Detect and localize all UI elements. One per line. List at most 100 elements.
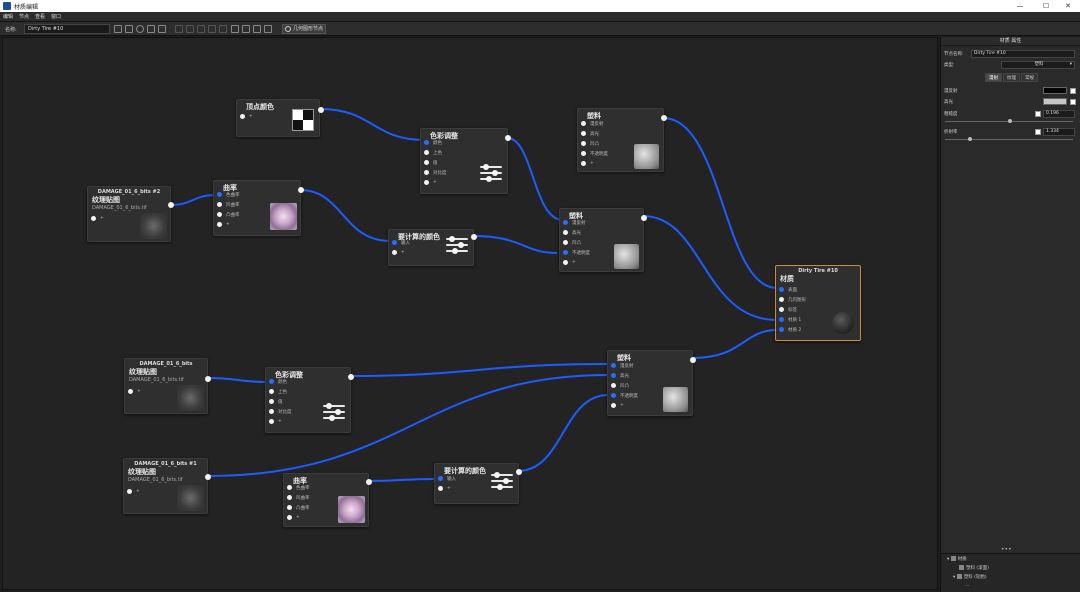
node-port[interactable]: 表面 [779, 287, 797, 293]
diffuse-color-swatch[interactable] [1043, 87, 1067, 94]
node-curvature-1[interactable]: 曲率 色曲率 凹曲率 凸曲率 + [213, 180, 304, 236]
output-port[interactable] [298, 187, 304, 193]
node-port[interactable]: 对比度 [269, 409, 292, 415]
output-port[interactable] [661, 115, 667, 121]
frame-icon[interactable] [253, 25, 261, 33]
node-port[interactable]: + [424, 180, 437, 185]
specular-texture-icon[interactable] [1070, 99, 1076, 105]
layout-icon[interactable] [147, 25, 155, 33]
node-port[interactable]: 对比度 [424, 170, 447, 176]
roughness-input[interactable]: 0.196 [1043, 110, 1075, 118]
node-port[interactable]: + [128, 389, 141, 394]
geometry-node-button[interactable]: 几何图形节点 [282, 24, 326, 34]
node-port[interactable]: 不透明度 [581, 151, 608, 157]
node-plastic-top[interactable]: 塑料 漫反射 高光 凹凸 不透明度 + [577, 108, 667, 172]
minimize-button[interactable]: — [1008, 0, 1032, 12]
node-port[interactable]: 几何图形 [779, 297, 806, 303]
node-port[interactable]: + [581, 161, 594, 166]
node-port[interactable]: 上色 [269, 389, 287, 395]
close-button[interactable]: ✕ [1056, 0, 1080, 12]
node-port[interactable]: + [127, 489, 140, 494]
node-color-correct-2[interactable]: 色彩调整 颜色 上色 值 对比度 + [265, 367, 354, 433]
node-curvature-2[interactable]: 曲率 色曲率 凹曲率 凸曲率 + [283, 473, 372, 527]
node-texture-plain[interactable]: DAMAGE_01_6_bits 纹理贴图 DAMAGE_01_6_bits.t… [124, 358, 211, 414]
name-input[interactable]: Dirty Tire #10 [24, 24, 110, 34]
node-port[interactable]: 值 [269, 399, 283, 405]
distribute-icon[interactable] [219, 25, 227, 33]
node-port[interactable]: 上色 [424, 150, 442, 156]
node-port[interactable]: 不透明度 [611, 393, 638, 399]
sphere-icon[interactable] [136, 25, 144, 33]
node-canvas[interactable]: 顶点颜色 + 色彩调整 颜色 上色 值 对比度 + 塑料 漫反射 高光 凹凸 不… [2, 37, 938, 590]
menu-view[interactable]: 查看 [32, 12, 48, 22]
node-port[interactable]: 凹凸 [563, 240, 581, 246]
output-port[interactable] [205, 474, 211, 480]
node-texture-1[interactable]: DAMAGE_01_6_bits #1 纹理贴图 DAMAGE_01_6_bit… [123, 458, 211, 514]
output-port[interactable] [348, 374, 354, 380]
node-port[interactable]: + [269, 419, 282, 424]
node-port[interactable]: 高光 [581, 131, 599, 137]
output-port[interactable] [168, 202, 174, 208]
node-port[interactable]: 标签 [779, 307, 797, 313]
tab-diffuse[interactable]: 漫射 [985, 73, 1002, 82]
output-port[interactable] [471, 234, 477, 240]
node-port[interactable]: 材质 2 [779, 327, 801, 333]
node-plastic-mid[interactable]: 塑料 漫反射 高光 凹凸 不透明度 + [559, 208, 647, 272]
pin-icon[interactable] [273, 25, 281, 33]
node-port[interactable]: + [217, 222, 230, 227]
delete-icon[interactable] [197, 25, 205, 33]
type-select[interactable]: 塑料 ▾ [1001, 61, 1075, 69]
ior-input[interactable]: 1.334 [1043, 128, 1075, 136]
tab-texture[interactable]: 纹理 [1003, 73, 1020, 82]
output-port[interactable] [690, 357, 696, 363]
connect-icon[interactable] [231, 25, 239, 33]
diffuse-texture-icon[interactable] [1070, 88, 1076, 94]
node-port[interactable]: 色曲率 [287, 485, 310, 491]
node-precompute-color-1[interactable]: 要计算的颜色 输入 + [388, 229, 477, 266]
node-port[interactable]: + [438, 486, 451, 491]
node-port[interactable]: + [240, 114, 253, 119]
node-port[interactable]: 凹曲率 [287, 495, 310, 501]
node-port[interactable]: 输入 [392, 240, 410, 246]
node-material-output[interactable]: Dirty Tire #10 材质 表面 几何图形 标签 材质 1 材质 2 [775, 265, 861, 341]
node-port[interactable]: 凹曲率 [217, 202, 240, 208]
roughness-texture-icon[interactable] [1035, 111, 1041, 117]
node-port[interactable]: 凸曲率 [287, 505, 310, 511]
node-port[interactable]: 高光 [611, 373, 629, 379]
node-port[interactable]: 漫反射 [563, 220, 586, 226]
node-port[interactable]: + [392, 250, 405, 255]
tree-item[interactable]: 塑料 (漆面) [959, 565, 989, 571]
node-plastic-low[interactable]: 塑料 漫反射 高光 凹凸 不透明度 + [607, 350, 696, 416]
copy-icon[interactable] [175, 25, 183, 33]
arrange-icon[interactable] [242, 25, 250, 33]
tab-general[interactable]: 常规 [1021, 73, 1038, 82]
node-precompute-color-2[interactable]: 要计算的颜色 输入 + [434, 463, 522, 504]
grid-icon[interactable] [158, 25, 166, 33]
node-color-correct-1[interactable]: 色彩调整 颜色 上色 值 对比度 + [420, 128, 511, 194]
node-port[interactable]: 高光 [563, 230, 581, 236]
menu-window[interactable]: 窗口 [48, 12, 64, 22]
roughness-slider[interactable] [945, 119, 1073, 123]
specular-color-swatch[interactable] [1043, 98, 1067, 105]
fit-icon[interactable] [264, 25, 272, 33]
paste-icon[interactable] [186, 25, 194, 33]
node-port[interactable]: 颜色 [269, 379, 287, 385]
node-port[interactable]: 不透明度 [563, 250, 590, 256]
node-port[interactable]: 漫反射 [581, 121, 604, 127]
output-port[interactable] [318, 107, 324, 113]
node-port[interactable]: 材质 1 [779, 317, 801, 323]
node-port[interactable]: 颜色 [424, 140, 442, 146]
output-port[interactable] [366, 479, 372, 485]
node-vertex-color[interactable]: 顶点颜色 + [236, 99, 324, 137]
checker-icon[interactable] [125, 25, 133, 33]
node-port[interactable]: 漫反射 [611, 363, 634, 369]
menu-node[interactable]: 节点 [16, 12, 32, 22]
node-texture-2[interactable]: DAMAGE_01_6_bits #2 纹理贴图 DAMAGE_01_6_bit… [87, 186, 174, 242]
node-port[interactable]: + [91, 216, 104, 221]
align-icon[interactable] [208, 25, 216, 33]
save-icon[interactable] [114, 25, 122, 33]
output-port[interactable] [205, 376, 211, 382]
maximize-button[interactable]: ☐ [1034, 0, 1058, 12]
menu-edit[interactable]: 编辑 [0, 12, 16, 22]
output-port[interactable] [641, 215, 647, 221]
